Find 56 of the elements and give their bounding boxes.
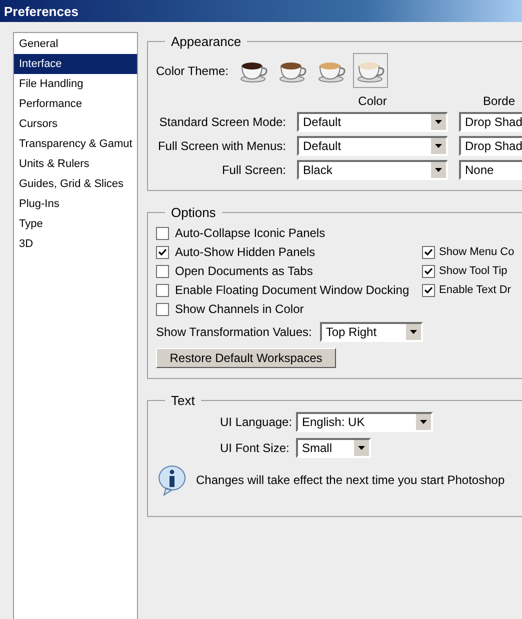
info-icon xyxy=(156,464,188,496)
checkbox-label: Auto-Collapse Iconic Panels xyxy=(175,226,326,240)
dropdown[interactable]: Drop Shad xyxy=(459,112,522,132)
sidebar-item[interactable]: Cursors xyxy=(14,114,137,134)
group-title: Options xyxy=(170,205,217,220)
window-title: Preferences xyxy=(4,4,78,18)
checkbox[interactable] xyxy=(422,264,435,278)
group-title: Text xyxy=(170,393,196,408)
sidebar-item[interactable]: Units & Rulers xyxy=(14,154,137,174)
checkbox[interactable] xyxy=(156,264,169,278)
checkbox-label: Auto-Show Hidden Panels xyxy=(175,245,316,259)
dropdown[interactable]: Black xyxy=(297,160,448,180)
sidebar-item[interactable]: File Handling xyxy=(14,74,137,94)
dropdown[interactable]: None xyxy=(459,160,522,180)
checkbox-label: Show Channels in Color xyxy=(175,302,304,316)
checkbox[interactable] xyxy=(422,246,435,258)
sidebar-item[interactable]: Type xyxy=(14,214,137,234)
checkbox[interactable] xyxy=(156,226,169,240)
sidebar-item[interactable]: 3D xyxy=(14,234,137,254)
check-icon xyxy=(424,286,433,294)
checkbox[interactable] xyxy=(156,284,169,296)
field-label: Show Transformation Values: xyxy=(156,325,312,339)
checkbox[interactable] xyxy=(422,284,435,296)
checkbox-label: Show Menu Co xyxy=(439,246,514,258)
checkbox-label: Open Documents as Tabs xyxy=(175,264,313,278)
dropdown[interactable]: Default xyxy=(297,136,448,156)
sidebar-item[interactable]: Guides, Grid & Slices xyxy=(14,174,137,194)
sidebar-item[interactable]: Plug-Ins xyxy=(14,194,137,214)
checkbox-label: Show Tool Tip xyxy=(439,265,508,277)
checkbox-label: Enable Text Dr xyxy=(439,284,511,296)
sidebar-item[interactable]: General xyxy=(14,34,137,54)
check-icon xyxy=(424,266,433,276)
checkbox[interactable] xyxy=(156,302,169,316)
dropdown[interactable]: Default xyxy=(297,112,448,132)
field-label: Full Screen: xyxy=(220,163,286,177)
dropdown[interactable]: Drop Shad xyxy=(459,136,522,156)
check-icon xyxy=(158,248,167,256)
checkbox[interactable] xyxy=(156,246,169,258)
sidebar-item[interactable]: Transparency & Gamut xyxy=(14,134,137,154)
dropdown[interactable]: Top Right xyxy=(320,322,423,342)
group-title: Appearance xyxy=(170,34,242,49)
restore-workspaces-button[interactable]: Restore Default Workspaces xyxy=(156,348,336,368)
field-label: Standard Screen Mode: xyxy=(158,115,286,129)
dropdown[interactable]: Small xyxy=(296,438,371,458)
column-header: Borde xyxy=(482,94,516,108)
field-label: Color Theme: xyxy=(156,64,228,78)
field-label: UI Font Size: xyxy=(220,441,288,455)
field-label: Full Screen with Menus: xyxy=(156,139,286,153)
check-icon xyxy=(424,248,433,256)
sidebar-item[interactable]: Performance xyxy=(14,94,137,114)
dropdown[interactable]: English: UK xyxy=(296,412,433,432)
theme-swatch[interactable] xyxy=(353,53,388,88)
sidebar-item[interactable]: Interface xyxy=(14,54,137,74)
info-message: Changes will take effect the next time you start Photoshop xyxy=(196,473,505,487)
column-header: Color xyxy=(358,94,387,108)
checkbox-label: Enable Floating Document Window Docking xyxy=(175,283,410,297)
